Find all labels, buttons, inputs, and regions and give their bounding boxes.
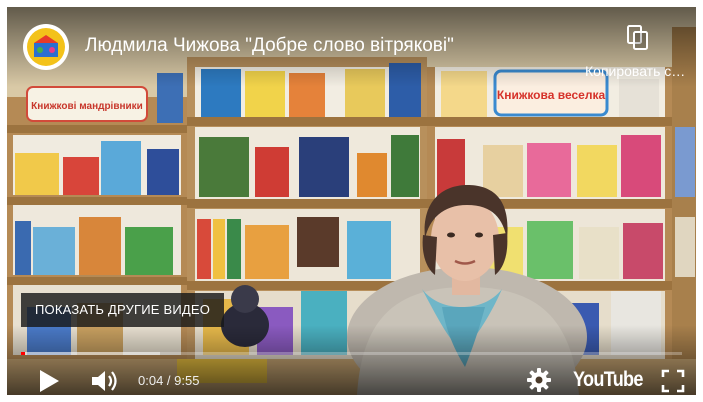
- progress-buffered: [21, 352, 160, 355]
- svg-text:Книжкова веселка: Книжкова веселка: [497, 88, 606, 102]
- youtube-logo[interactable]: YouTube: [573, 368, 643, 392]
- time-separator: /: [163, 373, 175, 388]
- fullscreen-icon[interactable]: [661, 369, 685, 393]
- duration: 9:55: [174, 373, 200, 388]
- volume-icon[interactable]: [90, 368, 120, 394]
- current-time: 0:04: [138, 373, 164, 388]
- video-player[interactable]: Книжкові мандрівники Книжкова веселка Лю…: [7, 7, 696, 395]
- svg-text:Книжкові мандрівники: Книжкові мандрівники: [31, 101, 143, 112]
- more-videos-button[interactable]: ПОКАЗАТЬ ДРУГИЕ ВИДЕО: [21, 293, 225, 327]
- copy-link-icon: [627, 25, 648, 50]
- time-display: 0:04 / 9:55: [138, 373, 199, 388]
- gear-icon[interactable]: [526, 367, 552, 393]
- channel-logo-icon: [24, 25, 68, 69]
- channel-logo[interactable]: [23, 24, 69, 70]
- progress-played: [21, 352, 26, 355]
- progress-bar[interactable]: [21, 352, 682, 355]
- video-title[interactable]: Людмила Чижова "Добре слово вітрякові": [85, 35, 454, 57]
- copy-link-button[interactable]: Копировать ссылку: [585, 25, 689, 83]
- copy-link-label: Копировать ссылку: [585, 63, 689, 79]
- play-icon[interactable]: [37, 368, 61, 394]
